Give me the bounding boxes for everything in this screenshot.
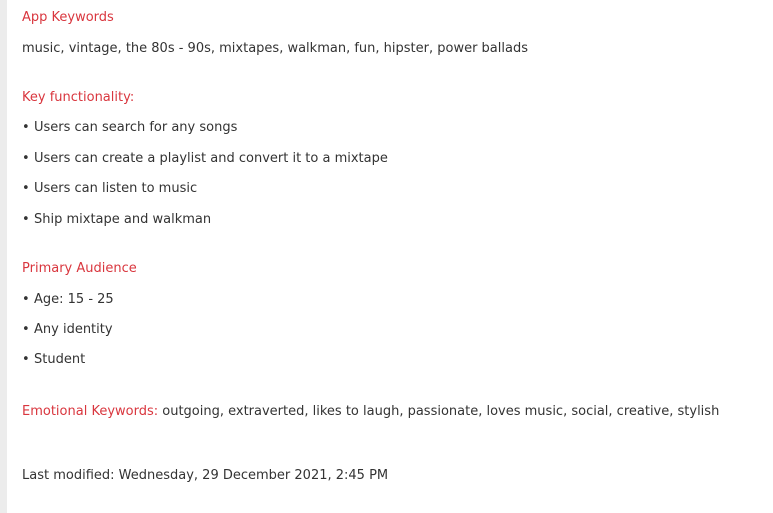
list-item-text: Age: 15 - 25 xyxy=(34,292,114,307)
key-functionality-heading: Key functionality: xyxy=(22,90,135,105)
emotional-keywords-line: Emotional Keywords: outgoing, extraverte… xyxy=(22,403,719,421)
last-modified-value: Wednesday, 29 December 2021, 2:45 PM xyxy=(118,468,389,483)
list-item: • Student xyxy=(22,351,85,369)
bullet: • xyxy=(22,120,30,135)
last-modified: Last modified: Wednesday, 29 December 20… xyxy=(22,467,388,485)
left-rail xyxy=(0,0,7,513)
list-item: • Ship mixtape and walkman xyxy=(22,211,211,229)
bullet: • xyxy=(22,181,30,196)
bullet: • xyxy=(22,151,30,166)
list-item-text: Any identity xyxy=(34,322,113,337)
emotional-keywords-text: outgoing, extraverted, likes to laugh, p… xyxy=(158,404,720,419)
bullet: • xyxy=(22,212,30,227)
list-item: • Age: 15 - 25 xyxy=(22,291,114,309)
list-item-text: Users can listen to music xyxy=(34,181,198,196)
app-keywords-heading: App Keywords xyxy=(22,10,114,25)
app-keywords-text: music, vintage, the 80s - 90s, mixtapes,… xyxy=(22,41,528,56)
list-item-text: Users can create a playlist and convert … xyxy=(34,151,388,166)
list-item: • Users can search for any songs xyxy=(22,119,237,137)
list-item: • Any identity xyxy=(22,321,113,339)
bullet: • xyxy=(22,352,30,367)
list-item-text: Student xyxy=(34,352,86,367)
bullet: • xyxy=(22,322,30,337)
bullet: • xyxy=(22,292,30,307)
list-item: • Users can create a playlist and convert… xyxy=(22,150,388,168)
list-item: • Users can listen to music xyxy=(22,180,197,198)
list-item-text: Ship mixtape and walkman xyxy=(34,212,212,227)
emotional-keywords-heading: Emotional Keywords: xyxy=(22,404,159,419)
list-item-text: Users can search for any songs xyxy=(34,120,238,135)
primary-audience-heading: Primary Audience xyxy=(22,261,137,276)
last-modified-label: Last modified: xyxy=(22,468,119,483)
